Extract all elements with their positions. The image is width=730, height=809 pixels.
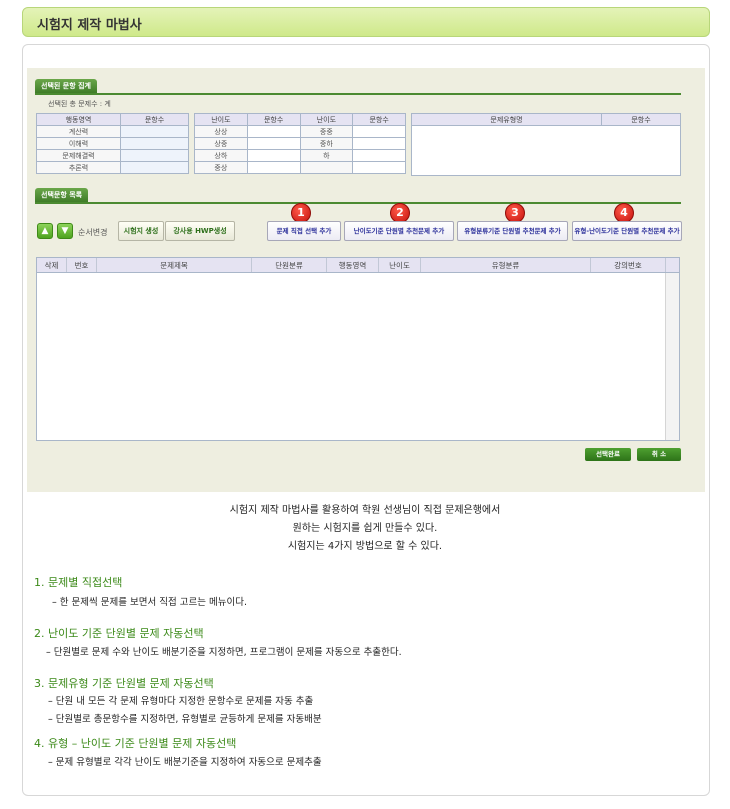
arrow-up-icon: ▲ xyxy=(41,226,49,236)
summary-tab: 선택된 문항 집계 xyxy=(35,79,97,93)
list-divider xyxy=(35,202,681,204)
difficulty-table: 난이도 문항수 난이도 문항수 상상 중중 상중 중하 상하 하 중상 xyxy=(194,113,406,174)
method-3-desc: – 단원별로 총문항수를 지정하면, 유형별로 균등하게 문제를 자동배분 xyxy=(48,714,322,725)
move-down-button[interactable]: ▼ xyxy=(57,223,73,239)
type-table: 문제유형명 문항수 xyxy=(411,113,681,176)
type-table-body xyxy=(411,125,681,176)
difficulty-cell xyxy=(299,161,354,174)
badge-4: 4 xyxy=(614,203,634,223)
badge-3: 3 xyxy=(505,203,525,223)
count-cell xyxy=(246,161,301,174)
count-cell xyxy=(246,125,301,138)
method-1-title: 1. 문제별 직접선택 xyxy=(34,576,123,589)
cancel-button[interactable]: 취 소 xyxy=(637,448,681,461)
difficulty-cell: 중상 xyxy=(194,161,248,174)
col-unit[interactable]: 단원분류 xyxy=(252,258,327,272)
move-up-button[interactable]: ▲ xyxy=(37,223,53,239)
col-difficulty: 난이도 xyxy=(194,113,248,126)
type-recommend-add-button[interactable]: 유형분류기준 단원별 추천문제 추가 xyxy=(457,221,568,241)
intro-line: 원하는 시험지를 쉽게 만들수 있다. xyxy=(292,523,438,534)
col-difficulty: 난이도 xyxy=(299,113,354,126)
col-delete[interactable]: 삭제 xyxy=(37,258,67,272)
page-title: 시험지 제작 마법사 xyxy=(37,18,142,33)
col-lecture-number[interactable]: 강의번호 xyxy=(591,258,666,272)
intro-text: 시험지 제작 마법사를 활용하여 학원 선생님이 직접 문제은행에서 원하는 시… xyxy=(0,502,730,556)
col-count: 문항수 xyxy=(352,113,406,126)
count-cell xyxy=(120,137,189,150)
col-count: 문항수 xyxy=(246,113,301,126)
difficulty-cell: 중하 xyxy=(299,137,354,150)
method-3-desc: – 단원 내 모든 각 문제 유형마다 지정한 문항수로 문제를 자동 추출 xyxy=(48,696,314,707)
col-count: 문항수 xyxy=(120,113,189,126)
behavior-table: 행동영역 문항수 계산력 이해력 문제해결력 추론력 xyxy=(36,113,189,174)
header-bar: 시험지 제작 마법사 xyxy=(22,7,710,37)
count-cell xyxy=(120,161,189,174)
col-count: 문항수 xyxy=(601,113,681,126)
col-behavior[interactable]: 행동영역 xyxy=(327,258,379,272)
type-difficulty-recommend-add-button[interactable]: 유형-난이도기준 단원별 추천문제 추가 xyxy=(572,221,682,241)
difficulty-cell: 상하 xyxy=(194,149,248,162)
count-cell xyxy=(352,125,406,138)
summary-divider xyxy=(35,93,681,95)
list-tab: 선택문항 목록 xyxy=(35,188,89,202)
count-cell xyxy=(120,149,189,162)
badge-2: 2 xyxy=(390,203,410,223)
arrow-down-icon: ▼ xyxy=(61,226,69,236)
method-4-title: 4. 유형 – 난이도 기준 단원별 문제 자동선택 xyxy=(34,737,237,750)
method-2-title: 2. 난이도 기준 단원별 문제 자동선택 xyxy=(34,627,204,640)
list-scrollbar[interactable] xyxy=(665,273,679,440)
method-3-title: 3. 문제유형 기준 단원별 문제 자동선택 xyxy=(34,677,214,690)
total-count-label: 선택된 총 문제수 : 계 xyxy=(48,100,111,108)
col-type[interactable]: 유형분류 xyxy=(421,258,591,272)
col-type-name: 문제유형명 xyxy=(411,113,602,126)
intro-line: 시험지는 4가지 방법으로 할 수 있다. xyxy=(287,541,443,552)
row-label: 이해력 xyxy=(36,137,121,150)
badge-1: 1 xyxy=(291,203,311,223)
count-cell xyxy=(352,137,406,150)
col-behavior: 행동영역 xyxy=(36,113,121,126)
method-2-desc: – 단원별로 문제 수와 난이도 배분기준을 지정하면, 프로그램이 문제를 자… xyxy=(46,647,402,658)
difficulty-cell: 상중 xyxy=(194,137,248,150)
difficulty-cell: 하 xyxy=(299,149,354,162)
direct-select-add-button[interactable]: 문제 직접 선택 추가 xyxy=(267,221,341,241)
count-cell xyxy=(246,149,301,162)
count-cell xyxy=(246,137,301,150)
list-header-row: 삭제 번호 문제제목 단원분류 행동영역 난이도 유형분류 강의번호 xyxy=(37,258,679,273)
col-number[interactable]: 번호 xyxy=(67,258,97,272)
intro-line: 시험지 제작 마법사를 활용하여 학원 선생님이 직접 문제은행에서 xyxy=(229,505,501,516)
row-label: 계산력 xyxy=(36,125,121,138)
col-question-title[interactable]: 문제제목 xyxy=(97,258,252,272)
difficulty-cell: 상상 xyxy=(194,125,248,138)
generate-test-button[interactable]: 시험지 생성 xyxy=(118,221,164,241)
order-change-label: 순서변경 xyxy=(78,228,108,237)
confirm-selection-button[interactable]: 선택완료 xyxy=(585,448,631,461)
difficulty-cell: 중중 xyxy=(299,125,354,138)
count-cell xyxy=(352,149,406,162)
method-1-desc: – 한 문제씩 문제를 보면서 직접 고르는 메뉴이다. xyxy=(52,597,247,608)
count-cell xyxy=(120,125,189,138)
col-difficulty[interactable]: 난이도 xyxy=(379,258,421,272)
count-cell xyxy=(352,161,406,174)
question-list-grid: 삭제 번호 문제제목 단원분류 행동영역 난이도 유형분류 강의번호 xyxy=(36,257,680,441)
method-4-desc: – 문제 유형별로 각각 난이도 배분기준을 지정하여 자동으로 문제추출 xyxy=(48,757,322,768)
hwp-generate-button[interactable]: 강사용 HWP생성 xyxy=(165,221,235,241)
difficulty-recommend-add-button[interactable]: 난이도기준 단원별 추천문제 추가 xyxy=(344,221,454,241)
row-label: 문제해결력 xyxy=(36,149,121,162)
row-label: 추론력 xyxy=(36,161,121,174)
